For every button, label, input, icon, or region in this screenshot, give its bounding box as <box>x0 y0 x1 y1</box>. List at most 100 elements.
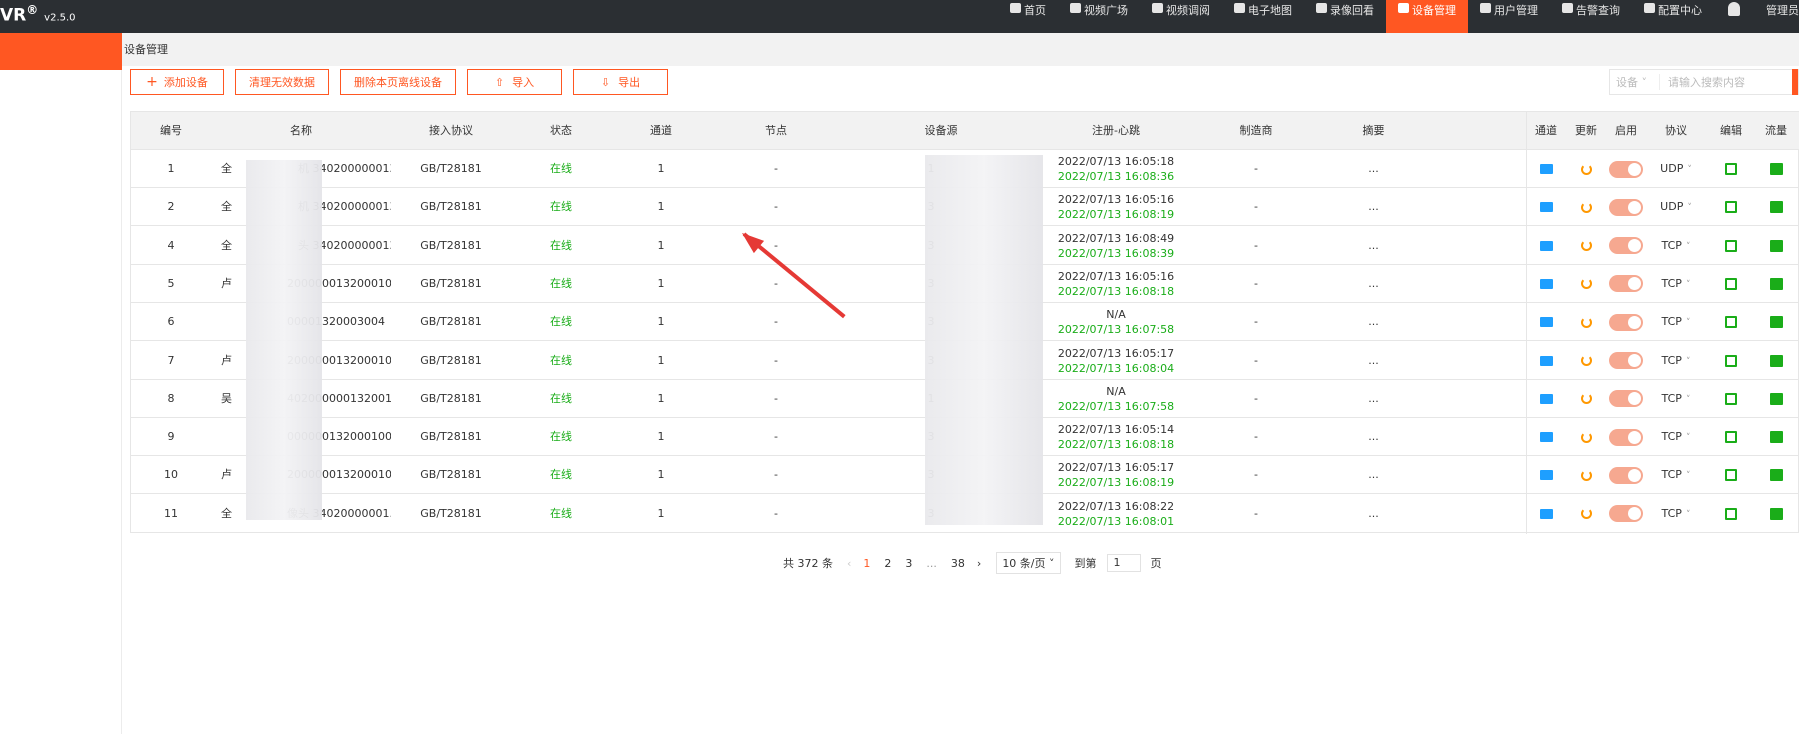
nav-config-center[interactable]: 配置中心 <box>1632 0 1714 33</box>
cell-summary[interactable]: ... <box>1321 150 1426 188</box>
cell-summary[interactable]: ... <box>1321 456 1426 494</box>
export-button[interactable]: ⇩ 导出 <box>573 69 668 95</box>
transport-select[interactable]: TCP ˅ <box>1646 380 1706 418</box>
app-logo[interactable]: VR® v2.5.0 <box>0 0 76 29</box>
enable-toggle[interactable] <box>1606 380 1646 418</box>
refresh-button[interactable] <box>1566 303 1606 341</box>
nav-alarm-query[interactable]: 告警查询 <box>1550 0 1632 33</box>
user-menu[interactable]: 管理员 <box>1754 0 1799 33</box>
transport-select[interactable]: TCP ˅ <box>1646 265 1706 303</box>
enable-toggle[interactable] <box>1606 342 1646 380</box>
channel-button[interactable] <box>1526 265 1566 303</box>
enable-toggle[interactable] <box>1606 188 1646 226</box>
notification-bell[interactable] <box>1714 0 1754 33</box>
nav-user-management[interactable]: 用户管理 <box>1468 0 1550 33</box>
transport-select[interactable]: UDP ˅ <box>1646 150 1706 188</box>
refresh-button[interactable] <box>1566 456 1606 494</box>
cell-summary[interactable]: ... <box>1321 303 1426 341</box>
channel-button[interactable] <box>1526 227 1566 265</box>
sidebar-active-item[interactable] <box>0 33 122 70</box>
add-device-button[interactable]: + 添加设备 <box>130 69 224 95</box>
cell-summary[interactable]: ... <box>1321 380 1426 418</box>
nav-device-management[interactable]: 设备管理 <box>1386 0 1468 33</box>
traffic-button[interactable] <box>1756 227 1796 265</box>
channel-button[interactable] <box>1526 418 1566 456</box>
traffic-button[interactable] <box>1756 495 1796 533</box>
channel-button[interactable] <box>1526 495 1566 533</box>
traffic-button[interactable] <box>1756 456 1796 494</box>
refresh-button[interactable] <box>1566 495 1606 533</box>
traffic-button[interactable] <box>1756 265 1796 303</box>
page-size-select[interactable]: 10 条/页 ˅ <box>996 552 1061 574</box>
enable-toggle[interactable] <box>1606 150 1646 188</box>
traffic-button[interactable] <box>1756 188 1796 226</box>
traffic-button[interactable] <box>1756 418 1796 456</box>
enable-toggle[interactable] <box>1606 303 1646 341</box>
refresh-button[interactable] <box>1566 265 1606 303</box>
nav-map[interactable]: 电子地图 <box>1222 0 1304 33</box>
refresh-button[interactable] <box>1566 342 1606 380</box>
traffic-button[interactable] <box>1756 303 1796 341</box>
search-field-select[interactable]: 设备 ˅ <box>1610 74 1660 90</box>
channel-button[interactable] <box>1526 342 1566 380</box>
enable-toggle[interactable] <box>1606 456 1646 494</box>
traffic-button[interactable] <box>1756 380 1796 418</box>
search-button[interactable] <box>1792 69 1798 95</box>
channel-button[interactable] <box>1526 456 1566 494</box>
transport-select[interactable]: TCP ˅ <box>1646 342 1706 380</box>
nav-playback[interactable]: 录像回看 <box>1304 0 1386 33</box>
cell-summary[interactable]: ... <box>1321 227 1426 265</box>
traffic-button[interactable] <box>1756 150 1796 188</box>
refresh-button[interactable] <box>1566 418 1606 456</box>
refresh-button[interactable] <box>1566 188 1606 226</box>
edit-button[interactable] <box>1706 265 1756 303</box>
enable-toggle[interactable] <box>1606 418 1646 456</box>
cell-summary[interactable]: ... <box>1321 265 1426 303</box>
search-input[interactable]: 请输入搜索内容 <box>1660 74 1792 90</box>
transport-select[interactable]: UDP ˅ <box>1646 188 1706 226</box>
edit-button[interactable] <box>1706 227 1756 265</box>
import-button[interactable]: ⇧ 导入 <box>467 69 562 95</box>
transport-select[interactable]: TCP ˅ <box>1646 227 1706 265</box>
edit-button[interactable] <box>1706 342 1756 380</box>
edit-button[interactable] <box>1706 380 1756 418</box>
channel-button[interactable] <box>1526 150 1566 188</box>
edit-button[interactable] <box>1706 456 1756 494</box>
cell-summary[interactable]: ... <box>1321 495 1426 533</box>
refresh-button[interactable] <box>1566 227 1606 265</box>
page-38[interactable]: 38 <box>951 557 965 570</box>
channel-button[interactable] <box>1526 380 1566 418</box>
edit-button[interactable] <box>1706 418 1756 456</box>
prev-page-button[interactable]: ‹ <box>847 557 851 570</box>
transport-select[interactable]: TCP ˅ <box>1646 495 1706 533</box>
transport-select[interactable]: TCP ˅ <box>1646 418 1706 456</box>
edit-button[interactable] <box>1706 495 1756 533</box>
next-page-button[interactable]: › <box>977 557 981 570</box>
transport-select[interactable]: TCP ˅ <box>1646 456 1706 494</box>
refresh-button[interactable] <box>1566 380 1606 418</box>
cell-summary[interactable]: ... <box>1321 342 1426 380</box>
nav-video-browse[interactable]: 视频调阅 <box>1140 0 1222 33</box>
channel-button[interactable] <box>1526 188 1566 226</box>
page-3[interactable]: 3 <box>905 557 912 570</box>
refresh-button[interactable] <box>1566 150 1606 188</box>
cell-node: - <box>774 391 778 405</box>
page-1[interactable]: 1 <box>863 557 870 570</box>
edit-button[interactable] <box>1706 188 1756 226</box>
clean-invalid-button[interactable]: 清理无效数据 <box>235 69 329 95</box>
jump-page-input[interactable]: 1 <box>1106 554 1141 572</box>
nav-home[interactable]: 首页 <box>998 0 1058 33</box>
transport-select[interactable]: TCP ˅ <box>1646 303 1706 341</box>
enable-toggle[interactable] <box>1606 265 1646 303</box>
cell-summary[interactable]: ... <box>1321 188 1426 226</box>
enable-toggle[interactable] <box>1606 495 1646 533</box>
cell-summary[interactable]: ... <box>1321 418 1426 456</box>
delete-offline-button[interactable]: 删除本页离线设备 <box>340 69 456 95</box>
edit-button[interactable] <box>1706 150 1756 188</box>
edit-button[interactable] <box>1706 303 1756 341</box>
page-2[interactable]: 2 <box>884 557 891 570</box>
enable-toggle[interactable] <box>1606 227 1646 265</box>
traffic-button[interactable] <box>1756 342 1796 380</box>
nav-video-square[interactable]: 视频广场 <box>1058 0 1140 33</box>
channel-button[interactable] <box>1526 303 1566 341</box>
